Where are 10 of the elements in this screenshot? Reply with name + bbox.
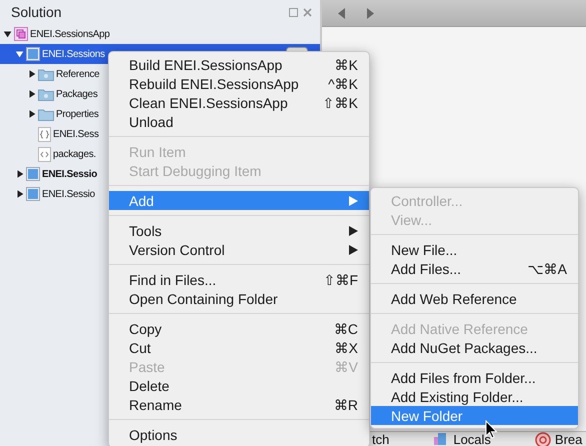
item-label: ENEI.Sessio: [42, 188, 95, 200]
item-label: ENEI.SessionsApp: [30, 28, 110, 40]
item-label: ENEI.Sess: [53, 128, 99, 140]
item-label: Properties: [56, 108, 99, 120]
item-label: ENEI.Sessio: [42, 168, 98, 180]
item-label: packages.: [53, 148, 96, 160]
item-label: Packages: [56, 88, 98, 100]
panel-title: Solution: [11, 4, 63, 20]
item-label: ENEI.Sessions: [42, 48, 105, 60]
item-label: Reference: [56, 68, 100, 80]
